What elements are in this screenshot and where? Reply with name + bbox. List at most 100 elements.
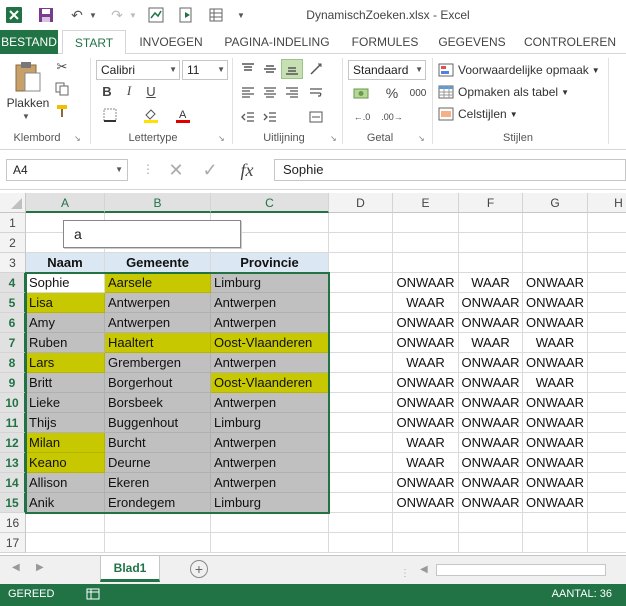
match-flag-cell[interactable]: ONWAAR — [523, 353, 588, 373]
add-sheet-icon[interactable]: + — [190, 560, 208, 578]
underline-button[interactable]: U — [142, 82, 160, 100]
enter-icon[interactable]: ✓ — [198, 160, 222, 180]
cell[interactable] — [329, 393, 393, 413]
cell-styles-button[interactable]: Celstijlen ▼ — [438, 104, 518, 124]
scroll-right-icon[interactable]: ▶ — [36, 562, 44, 573]
match-flag-cell[interactable]: ONWAAR — [393, 473, 459, 493]
font-size-select[interactable]: 11 ▼ — [182, 60, 228, 80]
table-cell[interactable]: Antwerpen — [211, 353, 329, 373]
cell[interactable] — [329, 433, 393, 453]
format-painter-icon[interactable] — [54, 102, 70, 120]
cell[interactable] — [588, 393, 626, 413]
align-top-icon[interactable] — [238, 60, 258, 78]
cell[interactable] — [588, 253, 626, 273]
row-header-7[interactable]: 7 — [0, 333, 26, 353]
select-all-corner[interactable] — [0, 193, 26, 213]
cell[interactable] — [329, 373, 393, 393]
row-header-1[interactable]: 1 — [0, 213, 26, 233]
match-flag-cell[interactable]: ONWAAR — [393, 373, 459, 393]
tab-start[interactable]: START — [62, 30, 126, 55]
cell[interactable] — [211, 533, 329, 553]
cell[interactable] — [588, 413, 626, 433]
name-box[interactable]: A4 ▼ — [6, 159, 128, 181]
row-header-8[interactable]: 8 — [0, 353, 26, 373]
cell[interactable] — [393, 513, 459, 533]
table-cell[interactable]: Lisa — [26, 293, 105, 313]
match-flag-cell[interactable]: ONWAAR — [459, 433, 523, 453]
row-header-10[interactable]: 10 — [0, 393, 26, 413]
match-flag-cell[interactable]: ONWAAR — [459, 373, 523, 393]
decrease-decimal-icon[interactable]: .00→ — [380, 108, 404, 126]
cell[interactable] — [329, 513, 393, 533]
align-right-icon[interactable] — [282, 84, 302, 102]
cell[interactable] — [588, 453, 626, 473]
match-flag-cell[interactable]: ONWAAR — [393, 333, 459, 353]
cell[interactable] — [588, 433, 626, 453]
cell[interactable] — [211, 513, 329, 533]
cell[interactable] — [105, 533, 211, 553]
cell[interactable] — [329, 233, 393, 253]
table-cell[interactable]: Limburg — [211, 273, 329, 293]
cell[interactable] — [588, 333, 626, 353]
text-direction-icon[interactable] — [306, 60, 326, 78]
cell[interactable] — [329, 493, 393, 513]
cell[interactable] — [588, 513, 626, 533]
match-flag-cell[interactable]: WAAR — [393, 353, 459, 373]
italic-button[interactable]: I — [120, 82, 138, 100]
cell[interactable] — [329, 353, 393, 373]
tab-insert[interactable]: INVOEGEN — [134, 30, 208, 54]
cell[interactable] — [329, 413, 393, 433]
increase-indent-icon[interactable] — [260, 108, 280, 126]
copy-icon[interactable] — [54, 80, 70, 98]
table-cell[interactable]: Antwerpen — [211, 473, 329, 493]
bold-button[interactable]: B — [98, 82, 116, 100]
cell[interactable] — [588, 313, 626, 333]
table-cell[interactable]: Erondegem — [105, 493, 211, 513]
cell[interactable] — [459, 513, 523, 533]
table-cell[interactable]: Antwerpen — [105, 293, 211, 313]
row-header-5[interactable]: 5 — [0, 293, 26, 313]
table-cell[interactable]: Antwerpen — [211, 453, 329, 473]
table-cell[interactable]: Oost-Vlaanderen — [211, 373, 329, 393]
font-color-icon[interactable]: A — [172, 106, 194, 124]
cell[interactable] — [459, 533, 523, 553]
borders-icon[interactable] — [98, 106, 122, 124]
match-flag-cell[interactable]: WAAR — [393, 433, 459, 453]
cell[interactable] — [393, 213, 459, 233]
cell[interactable] — [459, 253, 523, 273]
cell[interactable] — [329, 253, 393, 273]
cell[interactable] — [588, 293, 626, 313]
cell[interactable] — [329, 293, 393, 313]
table-cell[interactable]: Amy — [26, 313, 105, 333]
clipboard-icon[interactable] — [10, 60, 46, 94]
hscroll-left-icon[interactable]: ◀ — [420, 564, 428, 575]
cut-icon[interactable]: ✂ — [54, 58, 70, 76]
match-flag-cell[interactable]: WAAR — [523, 373, 588, 393]
increase-decimal-icon[interactable]: ←.0 — [350, 108, 374, 126]
alignment-launcher-icon[interactable]: ↘ — [330, 134, 337, 143]
table-cell[interactable]: Antwerpen — [211, 313, 329, 333]
column-header-g[interactable]: G — [523, 193, 588, 213]
match-flag-cell[interactable]: ONWAAR — [393, 313, 459, 333]
scroll-left-icon[interactable]: ◀ — [12, 562, 20, 573]
table-cell[interactable]: Milan — [26, 433, 105, 453]
cell[interactable] — [459, 213, 523, 233]
table-cell[interactable]: Antwerpen — [211, 393, 329, 413]
font-name-select[interactable]: Calibri ▼ — [96, 60, 180, 80]
column-header-h[interactable]: H — [588, 193, 626, 213]
match-flag-cell[interactable]: ONWAAR — [523, 413, 588, 433]
match-flag-cell[interactable]: ONWAAR — [523, 473, 588, 493]
cell[interactable] — [329, 273, 393, 293]
match-flag-cell[interactable]: ONWAAR — [523, 393, 588, 413]
table-cell[interactable]: Antwerpen — [211, 433, 329, 453]
cell[interactable] — [26, 533, 105, 553]
match-flag-cell[interactable]: WAAR — [393, 453, 459, 473]
table-cell[interactable]: Grembergen — [105, 353, 211, 373]
table-cell[interactable]: Antwerpen — [211, 293, 329, 313]
match-flag-cell[interactable]: ONWAAR — [523, 313, 588, 333]
table-cell[interactable]: Aarsele — [105, 273, 211, 293]
currency-icon[interactable] — [350, 84, 374, 102]
column-header-c[interactable]: C — [211, 193, 329, 213]
cell[interactable] — [523, 253, 588, 273]
number-launcher-icon[interactable]: ↘ — [418, 134, 425, 143]
